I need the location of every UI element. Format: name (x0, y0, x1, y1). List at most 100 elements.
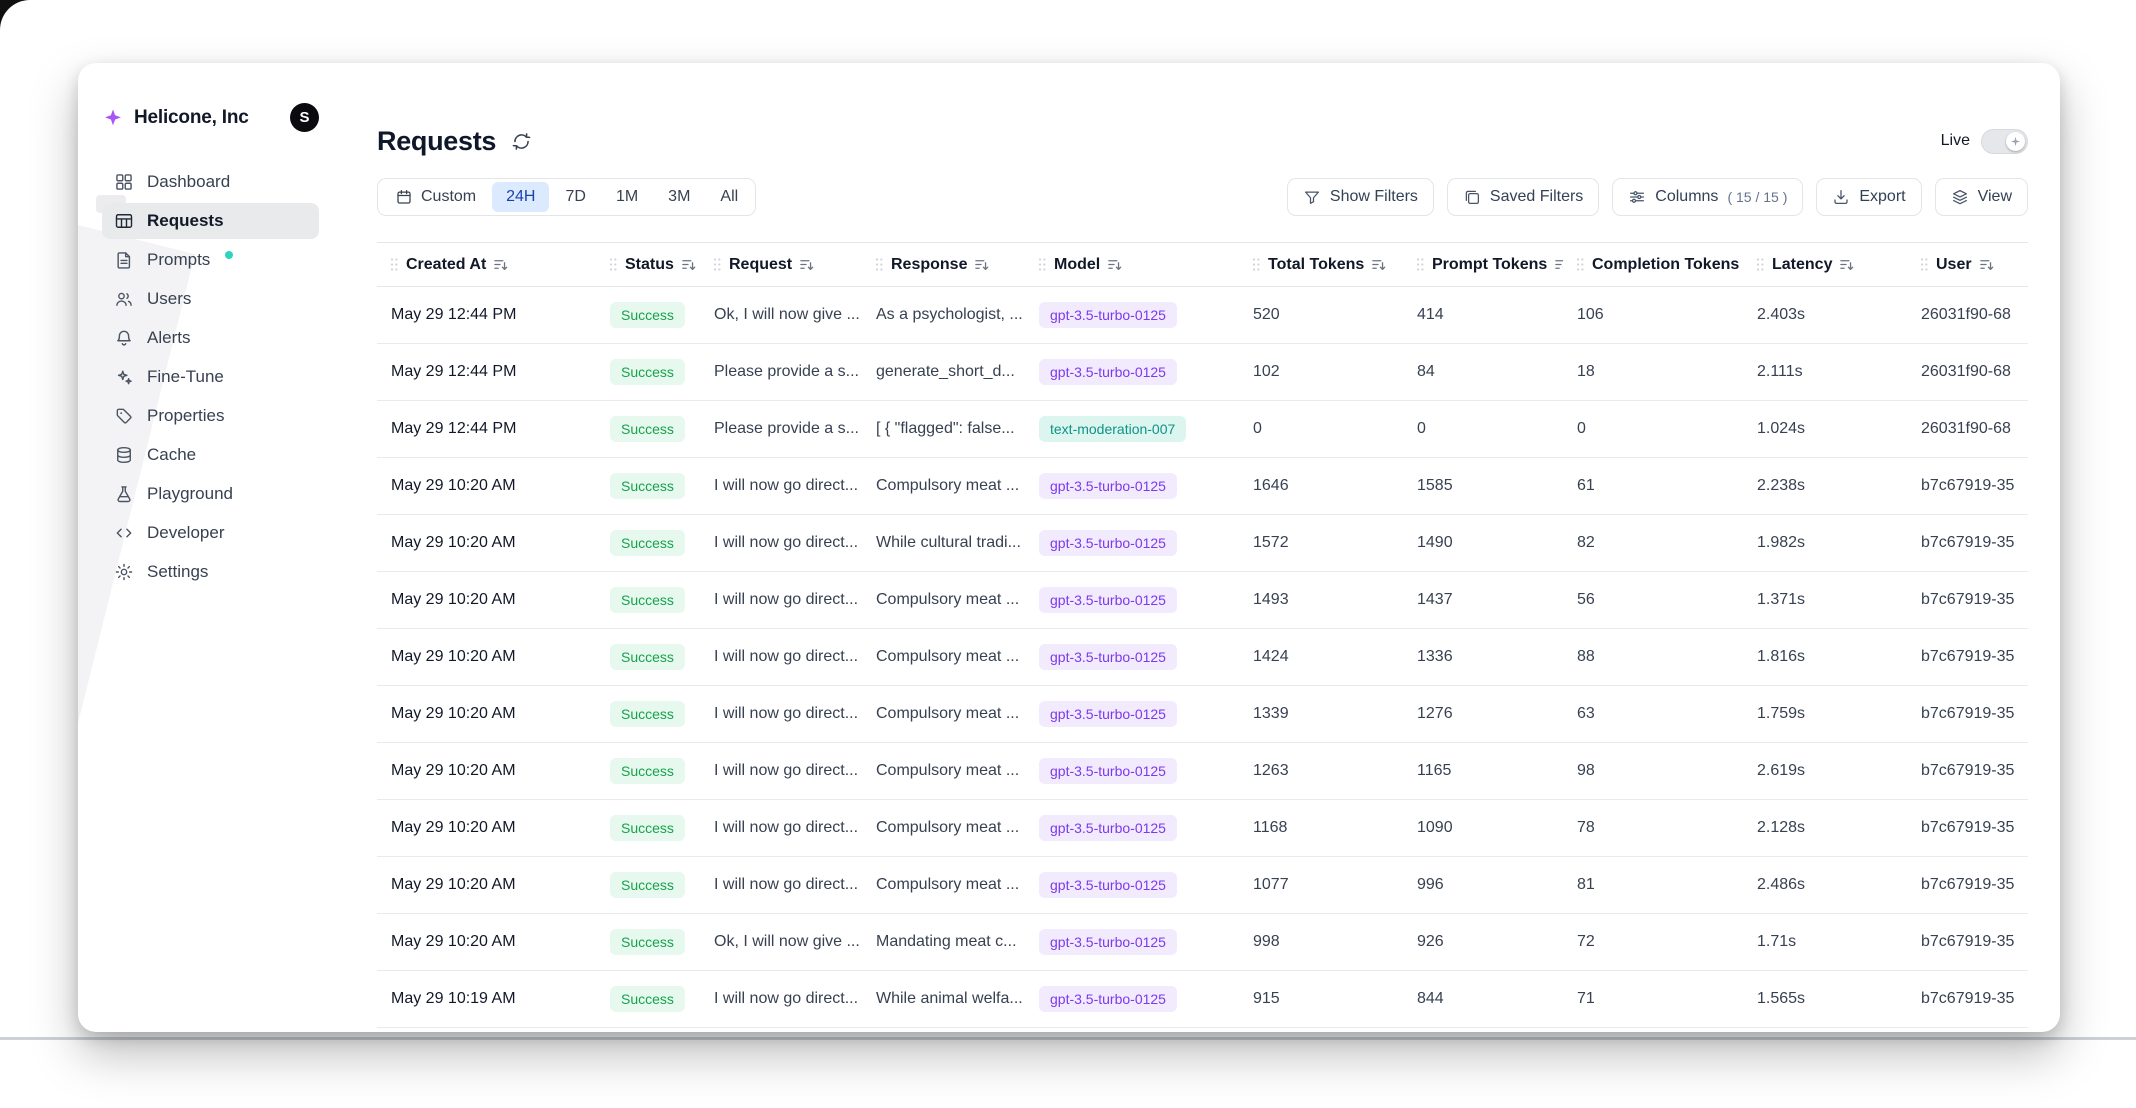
table-row[interactable]: May 29 12:44 PMSuccessPlease provide a s… (377, 401, 2028, 458)
sidebar-item-developer[interactable]: Developer (102, 515, 319, 551)
org-switcher[interactable]: Helicone, Inc S (102, 103, 319, 132)
table-row[interactable]: May 29 10:20 AMSuccessI will now go dire… (377, 857, 2028, 914)
properties-icon (114, 406, 134, 426)
sort-icon[interactable] (1371, 257, 1386, 272)
column-header-completion_tokens[interactable]: Completion Tokens (1563, 256, 1743, 274)
drag-handle-icon[interactable] (874, 257, 884, 272)
drag-handle-icon[interactable] (389, 257, 399, 272)
cell-completion_tokens: 56 (1563, 591, 1743, 609)
range-1m-button[interactable]: 1M (602, 182, 652, 212)
cell-latency: 1.024s (1743, 420, 1907, 438)
sidebar-item-label: Properties (147, 406, 224, 426)
cell-created_at: May 29 10:20 AM (377, 933, 596, 951)
sidebar-item-properties[interactable]: Properties (102, 398, 319, 434)
range-all-button[interactable]: All (706, 182, 752, 212)
drag-handle-icon[interactable] (1755, 257, 1765, 272)
cell-total_tokens: 1077 (1239, 876, 1403, 894)
table-row[interactable]: May 29 10:20 AMSuccessI will now go dire… (377, 743, 2028, 800)
sidebar-item-cache[interactable]: Cache (102, 437, 319, 473)
columns-label: Columns (1655, 188, 1718, 206)
filter-row: Custom 24H 7D 1M 3M All Show Filters (377, 178, 2028, 216)
drag-handle-icon[interactable] (1037, 257, 1047, 272)
column-header-total_tokens[interactable]: Total Tokens (1239, 256, 1403, 274)
cell-latency: 1.565s (1743, 990, 1907, 1008)
live-toggle[interactable] (1981, 129, 2028, 154)
cell-created_at: May 29 12:44 PM (377, 363, 596, 381)
export-label: Export (1859, 188, 1905, 206)
status-badge: Success (610, 587, 685, 613)
export-button[interactable]: Export (1816, 178, 1921, 216)
columns-button[interactable]: Columns ( 15 / 15 ) (1612, 178, 1803, 216)
sidebar-item-fine-tune[interactable]: Fine-Tune (102, 359, 319, 395)
column-header-latency[interactable]: Latency (1743, 256, 1907, 274)
refresh-button[interactable] (511, 131, 532, 152)
drag-handle-icon[interactable] (1251, 257, 1261, 272)
column-header-request[interactable]: Request (700, 256, 862, 274)
table-row[interactable]: May 29 10:20 AMSuccessI will now go dire… (377, 458, 2028, 515)
table-row[interactable]: May 29 10:20 AMSuccessI will now go dire… (377, 686, 2028, 743)
sidebar-item-users[interactable]: Users (102, 281, 319, 317)
drag-handle-icon[interactable] (1575, 257, 1585, 272)
sort-icon[interactable] (1107, 257, 1122, 272)
table-row[interactable]: May 29 10:20 AMSuccessI will now go dire… (377, 515, 2028, 572)
sidebar-item-playground[interactable]: Playground (102, 476, 319, 512)
table-row[interactable]: May 29 10:19 AMSuccessI will now go dire… (377, 971, 2028, 1028)
sidebar-item-dashboard[interactable]: Dashboard (102, 164, 319, 200)
model-badge: gpt-3.5-turbo-0125 (1039, 587, 1177, 613)
sidebar-item-prompts[interactable]: Prompts (102, 242, 319, 278)
cell-latency: 1.982s (1743, 534, 1907, 552)
drag-handle-icon[interactable] (1919, 257, 1929, 272)
range-3m-button[interactable]: 3M (654, 182, 704, 212)
custom-range-button[interactable]: Custom (381, 182, 490, 212)
cell-completion_tokens: 71 (1563, 990, 1743, 1008)
column-header-prompt_tokens[interactable]: Prompt Tokens (1403, 256, 1563, 274)
cell-latency: 2.111s (1743, 363, 1907, 381)
column-header-label: Model (1054, 256, 1100, 274)
cell-response: Compulsory meat ... (862, 762, 1025, 780)
sort-icon[interactable] (799, 257, 814, 272)
cell-status: Success (596, 302, 700, 328)
status-badge: Success (610, 473, 685, 499)
sort-icon[interactable] (1554, 257, 1563, 272)
column-header-status[interactable]: Status (596, 256, 700, 274)
column-header-model[interactable]: Model (1025, 256, 1239, 274)
cell-total_tokens: 1339 (1239, 705, 1403, 723)
view-button[interactable]: View (1935, 178, 2028, 216)
calendar-icon (395, 188, 413, 206)
model-badge: gpt-3.5-turbo-0125 (1039, 701, 1177, 727)
table-row[interactable]: May 29 10:20 AMSuccessI will now go dire… (377, 629, 2028, 686)
requests-icon (114, 211, 134, 231)
drag-handle-icon[interactable] (1415, 257, 1425, 272)
table-row[interactable]: May 29 12:44 PMSuccessPlease provide a s… (377, 344, 2028, 401)
sidebar-item-alerts[interactable]: Alerts (102, 320, 319, 356)
sort-icon[interactable] (1839, 257, 1854, 272)
column-header-response[interactable]: Response (862, 256, 1025, 274)
cell-latency: 1.816s (1743, 648, 1907, 666)
table-row[interactable]: May 29 10:20 AMSuccessI will now go dire… (377, 800, 2028, 857)
table-row[interactable]: May 29 10:20 AMSuccessI will now go dire… (377, 572, 2028, 629)
sidebar-item-requests[interactable]: Requests (102, 203, 319, 239)
range-24h-button[interactable]: 24H (492, 182, 549, 212)
sort-icon[interactable] (974, 257, 989, 272)
column-header-label: User (1936, 256, 1972, 274)
range-7d-button[interactable]: 7D (551, 182, 599, 212)
drag-handle-icon[interactable] (608, 257, 618, 272)
sort-icon[interactable] (681, 257, 696, 272)
saved-filters-button[interactable]: Saved Filters (1447, 178, 1599, 216)
show-filters-button[interactable]: Show Filters (1287, 178, 1434, 216)
status-badge: Success (610, 929, 685, 955)
sort-icon[interactable] (1979, 257, 1994, 272)
helicone-logo-icon (102, 107, 124, 129)
model-badge: gpt-3.5-turbo-0125 (1039, 872, 1177, 898)
avatar[interactable]: S (290, 103, 319, 132)
column-header-user[interactable]: User (1907, 256, 2028, 274)
sidebar-item-settings[interactable]: Settings (102, 554, 319, 590)
drag-handle-icon[interactable] (712, 257, 722, 272)
sort-icon[interactable] (493, 257, 508, 272)
cell-user: b7c67919-35 (1907, 591, 2028, 609)
table-row[interactable]: May 29 12:44 PMSuccessOk, I will now giv… (377, 287, 2028, 344)
sidebar-item-label: Users (147, 289, 191, 309)
cell-request: Ok, I will now give ... (700, 933, 862, 951)
column-header-created_at[interactable]: Created At (377, 256, 596, 274)
table-row[interactable]: May 29 10:20 AM Success Ok, I will now giv… (377, 914, 2028, 971)
